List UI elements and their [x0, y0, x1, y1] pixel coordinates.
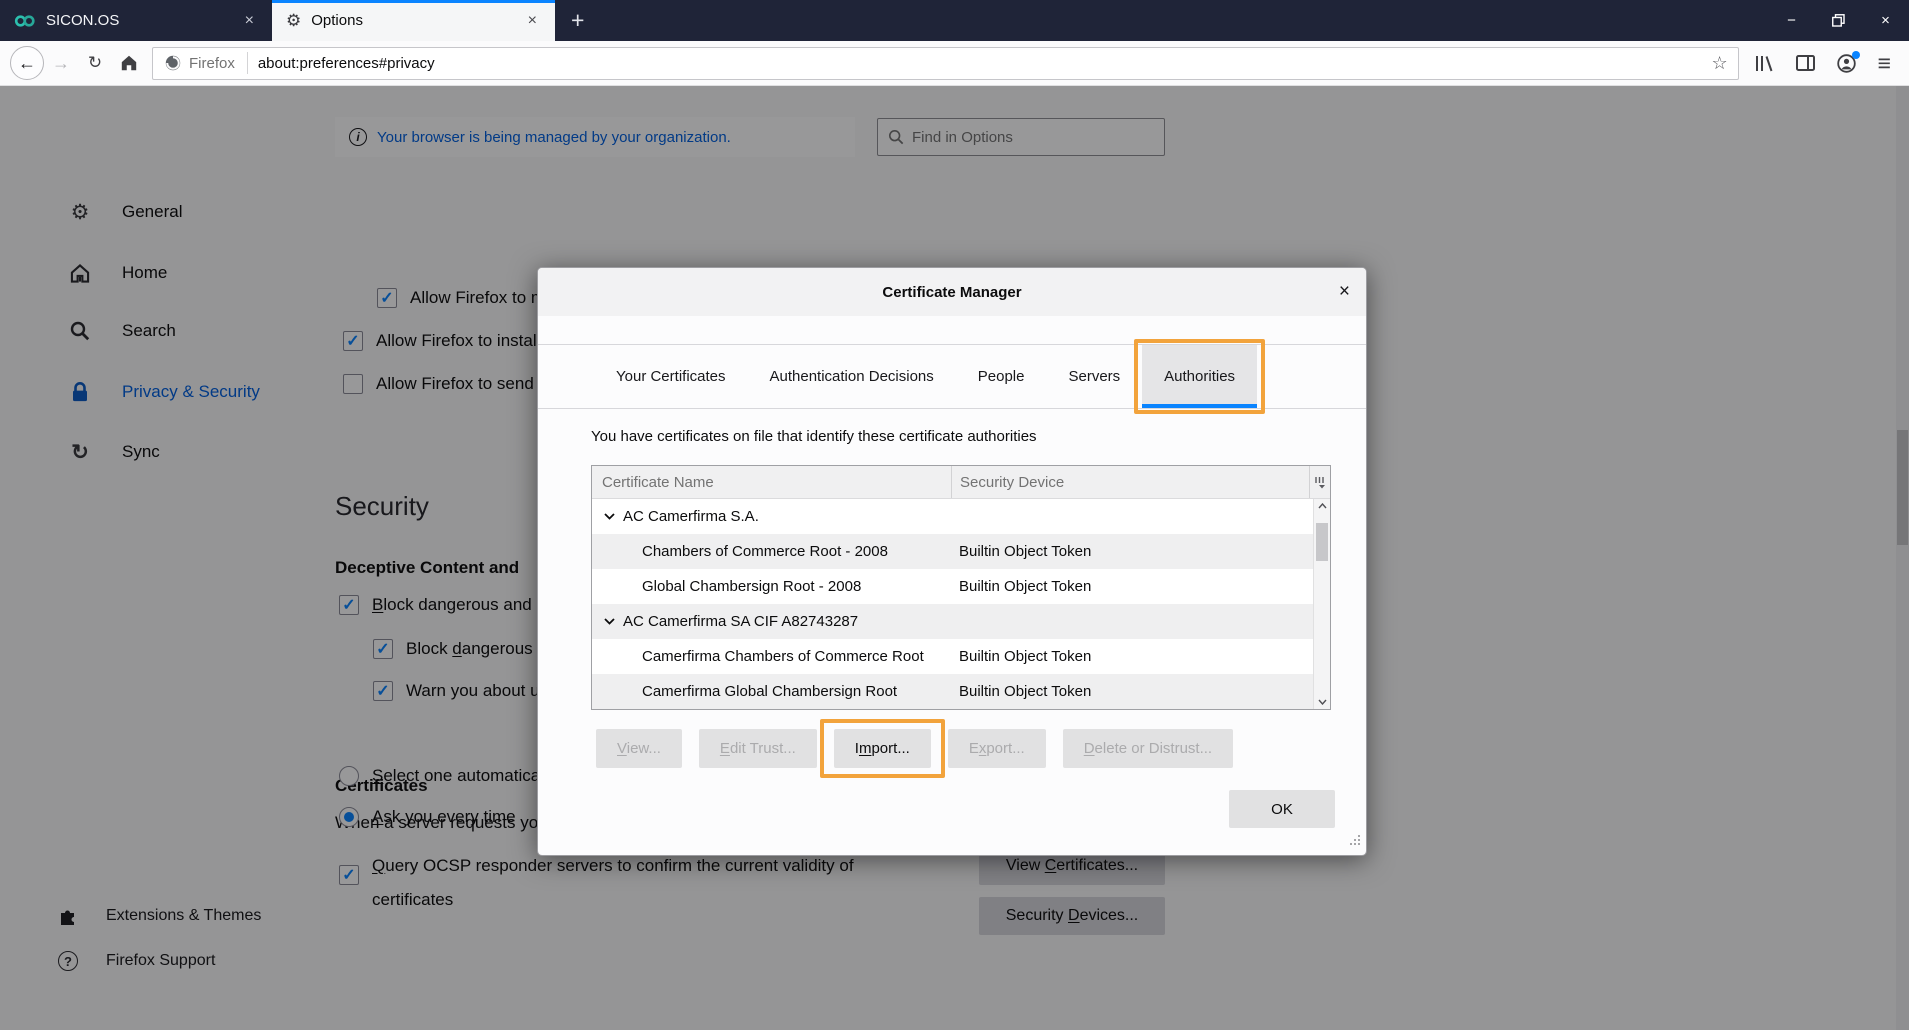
export-button[interactable]: Export...: [948, 729, 1046, 768]
close-dialog-icon[interactable]: ×: [1339, 281, 1350, 303]
sicon-logo-icon: [14, 13, 36, 29]
toolbar-icons: ≡: [1755, 50, 1891, 77]
dialog-title: Certificate Manager: [882, 284, 1021, 301]
identity-label: Firefox: [189, 55, 235, 72]
expand-chevron-icon: [604, 513, 615, 520]
table-row[interactable]: Chambers of Commerce Root - 2008 Builtin…: [592, 534, 1330, 569]
edit-trust-button[interactable]: Edit Trust...: [699, 729, 817, 768]
new-tab-button[interactable]: +: [555, 0, 600, 41]
bookmark-star-icon[interactable]: ☆: [1711, 53, 1727, 74]
restore-icon: [1832, 14, 1845, 27]
column-security-device[interactable]: Security Device: [951, 466, 1309, 498]
ok-button[interactable]: OK: [1229, 790, 1335, 828]
tab-your-certificates[interactable]: Your Certificates: [594, 345, 748, 408]
tab-sicon-os[interactable]: SICON.OS ×: [0, 0, 272, 41]
tab-people[interactable]: People: [956, 345, 1047, 408]
tab-bar: SICON.OS × ⚙ Options × + − ×: [0, 0, 1909, 41]
column-picker-icon[interactable]: [1309, 466, 1330, 498]
notification-dot: [1852, 51, 1860, 59]
tab-authentication-decisions[interactable]: Authentication Decisions: [748, 345, 956, 408]
scrollbar-thumb[interactable]: [1316, 523, 1328, 561]
minimize-button[interactable]: −: [1768, 0, 1815, 41]
url-text[interactable]: about:preferences#privacy: [248, 55, 435, 72]
scroll-up-icon[interactable]: [1314, 503, 1330, 509]
dialog-subtitle: You have certificates on file that ident…: [591, 428, 1037, 445]
url-bar[interactable]: Firefox about:preferences#privacy ☆: [152, 47, 1739, 80]
scroll-down-icon[interactable]: [1314, 699, 1330, 705]
dialog-buttons: View... Edit Trust... Import... Export..…: [596, 729, 1233, 768]
restore-button[interactable]: [1815, 0, 1862, 41]
view-button[interactable]: View...: [596, 729, 682, 768]
home-button[interactable]: [112, 46, 146, 80]
close-tab-icon[interactable]: ×: [524, 11, 541, 31]
identity-chip[interactable]: Firefox: [153, 55, 247, 72]
preferences-page: ⚙ General Home Search Privacy & Security…: [0, 86, 1909, 1030]
resize-grip[interactable]: [1349, 833, 1361, 850]
certificate-manager-dialog: Certificate Manager × Your Certificates …: [537, 267, 1367, 856]
library-icon[interactable]: [1755, 55, 1774, 72]
home-icon: [120, 54, 138, 72]
dialog-header: Certificate Manager ×: [538, 268, 1366, 316]
menu-icon[interactable]: ≡: [1878, 50, 1891, 77]
back-button[interactable]: ←: [10, 46, 44, 80]
dialog-tabs: Your Certificates Authentication Decisio…: [538, 344, 1366, 409]
expand-chevron-icon: [604, 618, 615, 625]
table-row[interactable]: Camerfirma Global Chambersign Root Built…: [592, 674, 1330, 709]
reload-button[interactable]: ↻: [78, 46, 112, 80]
certificates-table: Certificate Name Security Device AC Came…: [591, 465, 1331, 710]
gear-icon: ⚙: [286, 12, 301, 29]
table-row[interactable]: Camerfirma Chambers of Commerce Root Bui…: [592, 639, 1330, 674]
table-header: Certificate Name Security Device: [592, 466, 1330, 499]
table-row[interactable]: AC Camerfirma SA CIF A82743287: [592, 604, 1330, 639]
navigation-toolbar: ← → ↻ Firefox about:preferences#privacy …: [0, 41, 1909, 86]
tab-options[interactable]: ⚙ Options ×: [272, 0, 555, 41]
browser-window: SICON.OS × ⚙ Options × + − × ← → ↻ Firef…: [0, 0, 1909, 1030]
tab-label: Options: [311, 12, 363, 29]
tab-authorities[interactable]: Authorities: [1142, 345, 1257, 408]
tab-servers[interactable]: Servers: [1046, 345, 1142, 408]
forward-button[interactable]: →: [44, 46, 78, 80]
table-row[interactable]: Global Chambersign Root - 2008 Builtin O…: [592, 569, 1330, 604]
account-icon[interactable]: [1837, 54, 1856, 73]
firefox-icon: [165, 55, 181, 71]
import-button[interactable]: Import...: [834, 729, 931, 768]
column-certificate-name[interactable]: Certificate Name: [592, 466, 951, 498]
table-row[interactable]: AC Camerfirma S.A.: [592, 499, 1330, 534]
tab-label: SICON.OS: [46, 12, 119, 29]
table-scrollbar[interactable]: [1313, 499, 1330, 709]
delete-or-distrust-button[interactable]: Delete or Distrust...: [1063, 729, 1233, 768]
sidebar-toggle-icon[interactable]: [1796, 55, 1815, 71]
close-tab-icon[interactable]: ×: [241, 11, 258, 31]
window-controls: − ×: [1768, 0, 1909, 41]
close-window-button[interactable]: ×: [1862, 0, 1909, 41]
